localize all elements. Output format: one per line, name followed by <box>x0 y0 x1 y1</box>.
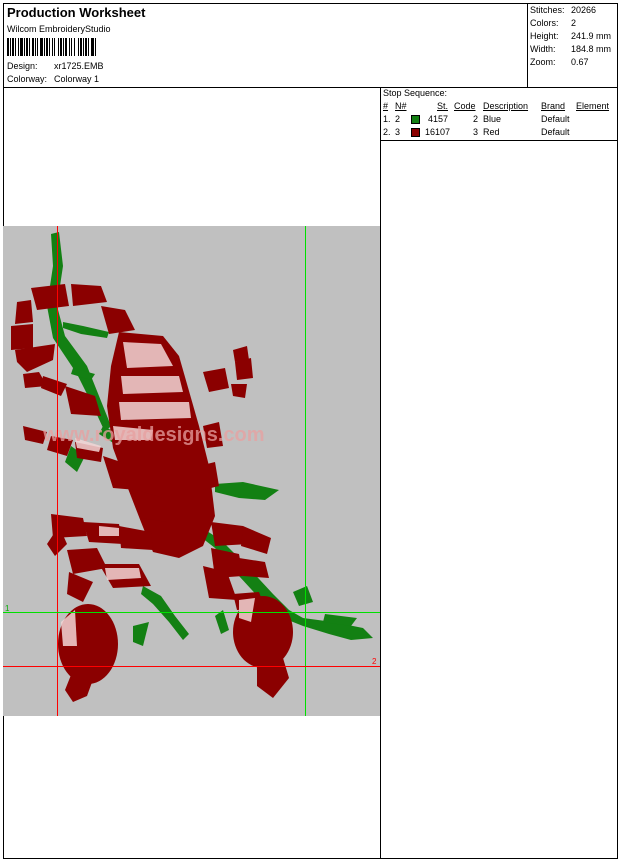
row2-code: 3 <box>472 127 478 137</box>
colors-value: 2 <box>571 18 577 28</box>
stop-sequence-title: Stop Sequence: <box>383 88 448 98</box>
stitches-value: 20266 <box>571 5 597 15</box>
col-header-element: Element <box>576 101 610 111</box>
barcode-bar <box>32 38 34 56</box>
page-title: Production Worksheet <box>7 5 146 20</box>
barcode-bar <box>26 38 28 56</box>
col-header-number: # <box>383 101 389 111</box>
row2-color-swatch <box>411 128 420 137</box>
row1-needle: 2 <box>395 114 401 124</box>
colors-label: Colors: <box>530 18 559 28</box>
barcode-bar <box>88 38 89 56</box>
row2-number: 2. <box>383 127 391 137</box>
guide-line-red-vertical <box>57 226 58 716</box>
row2-description: Red <box>483 127 500 137</box>
barcode-bar <box>37 38 38 56</box>
barcode-bar <box>52 38 53 56</box>
stats-divider <box>527 3 528 87</box>
col-header-code: Code <box>454 101 476 111</box>
barcode-bar <box>65 38 67 56</box>
col-header-description: Description <box>483 101 529 111</box>
width-label: Width: <box>530 44 556 54</box>
design-preview: www.royaldesigns.com 1 2 <box>3 226 380 716</box>
row2-brand: Default <box>541 127 570 137</box>
colorway-value: Colorway 1 <box>54 74 100 84</box>
barcode-bar <box>35 38 36 56</box>
col-header-brand: Brand <box>541 101 566 111</box>
zoom-value: 0.67 <box>571 57 589 67</box>
barcode-bar <box>40 38 43 56</box>
zoom-label: Zoom: <box>530 57 556 67</box>
barcode-bar <box>44 38 45 56</box>
height-label: Height: <box>530 31 559 41</box>
width-value: 184.8 mm <box>571 44 612 54</box>
row1-code: 2 <box>472 114 478 124</box>
barcode-bar <box>80 38 82 56</box>
row1-brand: Default <box>541 114 570 124</box>
marker-1: 1 <box>5 604 10 613</box>
row1-stitches: 4157 <box>428 114 449 124</box>
barcode-bar <box>95 38 96 56</box>
barcode-bar <box>58 38 59 56</box>
barcode-bar <box>15 38 16 56</box>
row2-needle: 3 <box>395 127 401 137</box>
row1-description: Blue <box>483 114 502 124</box>
barcode-bar <box>54 38 55 56</box>
col-header-stitches: St. <box>437 101 449 111</box>
header-divider <box>3 87 618 88</box>
barcode-bar <box>24 38 25 56</box>
barcode-bar <box>74 38 75 56</box>
barcode-bar <box>78 38 79 56</box>
row2-stitches: 16107 <box>424 127 450 137</box>
barcode-bar <box>46 38 48 56</box>
row1-number: 1. <box>383 114 391 124</box>
guide-line-red-horizontal <box>3 666 380 667</box>
barcode-bar <box>49 38 50 56</box>
barcode <box>7 38 96 56</box>
scorpion-embroidery-image <box>11 232 373 702</box>
guide-line-green-vertical <box>305 226 306 716</box>
stop-sequence-divider <box>380 140 618 141</box>
stitches-label: Stitches: <box>530 5 565 15</box>
barcode-bar <box>18 38 19 56</box>
barcode-bar <box>12 38 14 56</box>
design-value: xr1725.EMB <box>54 61 104 71</box>
watermark-text: www.royaldesigns.com <box>43 424 265 446</box>
barcode-bar <box>29 38 30 56</box>
barcode-bar <box>63 38 64 56</box>
barcode-bar <box>71 38 72 56</box>
barcode-bar <box>85 38 87 56</box>
barcode-bar <box>60 38 62 56</box>
guide-line-green-horizontal <box>3 612 380 613</box>
panel-divider <box>380 87 381 859</box>
design-label: Design: <box>7 61 38 71</box>
colorway-label: Colorway: <box>7 74 48 84</box>
col-header-needle: N# <box>395 101 407 111</box>
barcode-bar <box>83 38 84 56</box>
software-name: Wilcom EmbroideryStudio <box>7 24 111 34</box>
row1-color-swatch <box>411 115 420 124</box>
marker-2: 2 <box>372 657 377 666</box>
barcode-bar <box>69 38 70 56</box>
barcode-bar <box>20 38 23 56</box>
barcode-bar <box>10 38 11 56</box>
barcode-bar <box>91 38 94 56</box>
barcode-bar <box>7 38 9 56</box>
height-value: 241.9 mm <box>571 31 612 41</box>
